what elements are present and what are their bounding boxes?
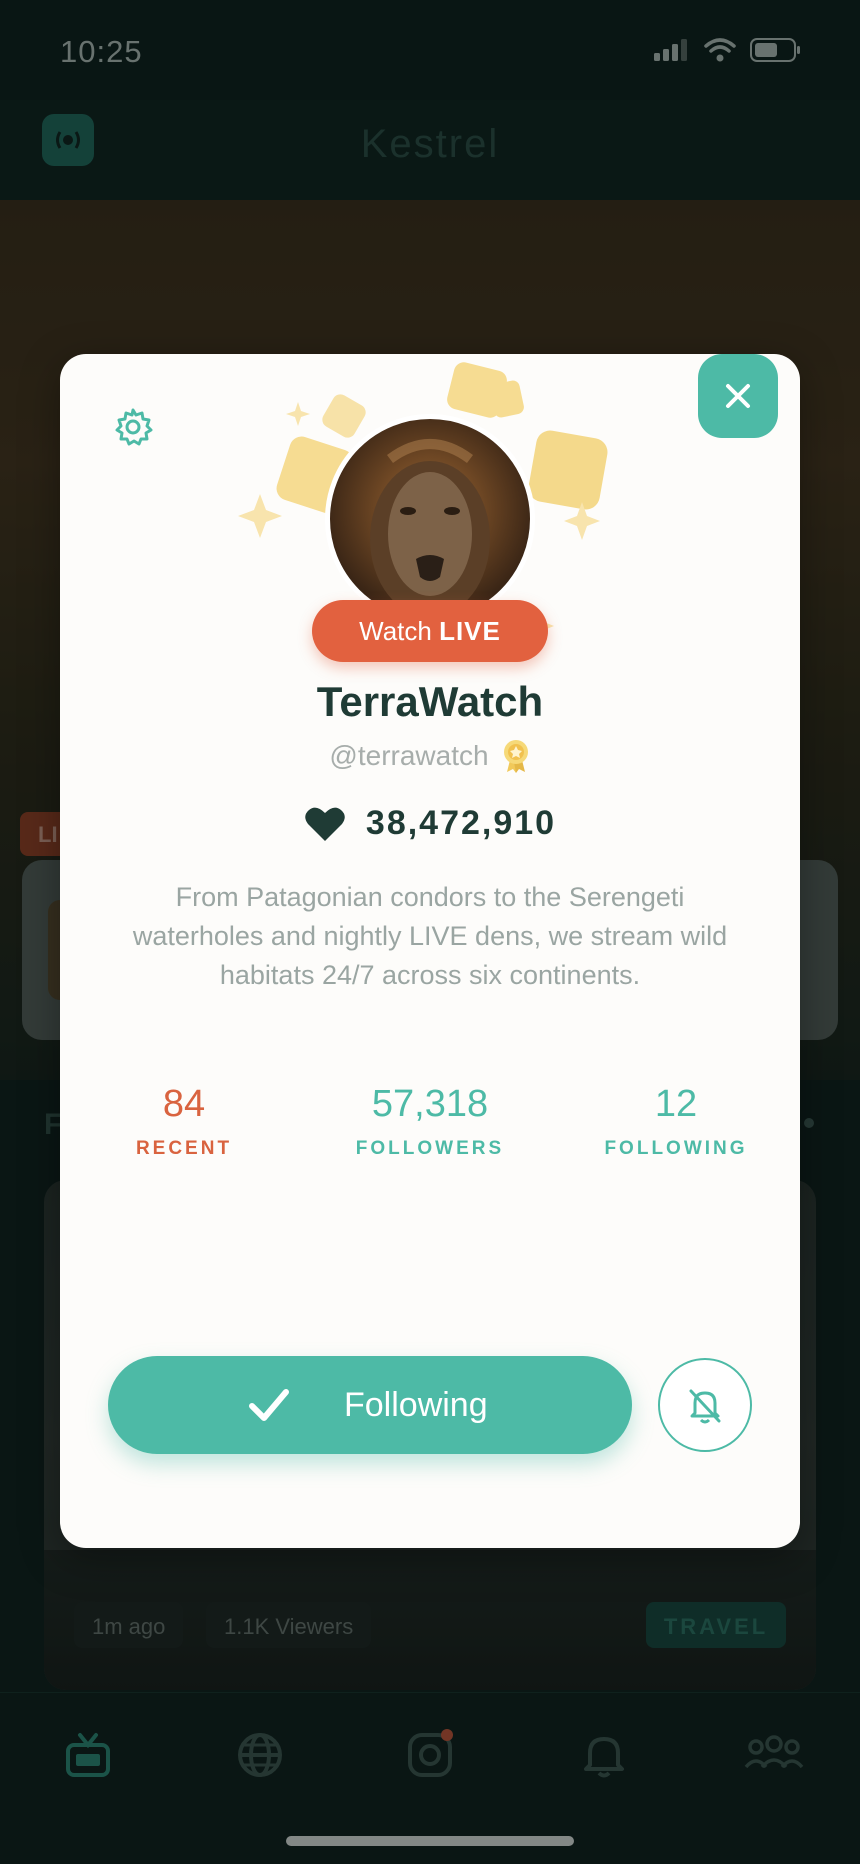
following-button[interactable]: Following xyxy=(108,1356,632,1454)
stat-recent-label: RECENT xyxy=(135,1138,233,1159)
watch-live-prefix: Watch xyxy=(359,616,432,646)
check-icon xyxy=(249,1389,289,1421)
notifications-toggle-button[interactable] xyxy=(658,1358,752,1452)
heart-icon xyxy=(305,807,345,841)
watch-live-button[interactable]: Watch LIVE xyxy=(312,600,548,662)
stat-following-value: 12 xyxy=(654,1083,698,1125)
avatar[interactable] xyxy=(325,414,535,624)
profile-modal: Watch LIVE TerraWatch @terrawatch 38,472… xyxy=(60,354,800,1548)
close-icon xyxy=(726,384,750,408)
stat-following[interactable]: 12 FOLLOWING xyxy=(576,1082,776,1160)
profile-name: TerraWatch xyxy=(316,678,544,725)
lion-portrait xyxy=(370,439,490,617)
handle-row: @terrawatch xyxy=(60,738,800,774)
likes-row: 38,472,910 xyxy=(60,804,800,843)
likes-count: 38,472,910 xyxy=(365,804,557,842)
profile-handle: @terrawatch xyxy=(329,740,489,771)
close-button[interactable] xyxy=(698,354,778,438)
stat-followers-label: FOLLOWERS xyxy=(355,1138,505,1159)
gear-icon xyxy=(115,408,153,446)
stat-recent[interactable]: 84 RECENT xyxy=(84,1082,284,1160)
stat-followers-value: 57,318 xyxy=(371,1083,489,1125)
bell-off-icon xyxy=(689,1389,721,1424)
stat-followers[interactable]: 57,318 FOLLOWERS xyxy=(330,1082,530,1160)
watch-live-bold: LIVE xyxy=(439,616,501,646)
settings-button[interactable] xyxy=(112,406,154,448)
following-label: Following xyxy=(344,1386,488,1424)
stat-following-label: FOLLOWING xyxy=(604,1138,748,1159)
profile-bio: From Patagonian condors to the Serengeti… xyxy=(132,882,728,990)
award-badge-icon xyxy=(503,740,528,773)
stat-recent-value: 84 xyxy=(162,1083,206,1125)
